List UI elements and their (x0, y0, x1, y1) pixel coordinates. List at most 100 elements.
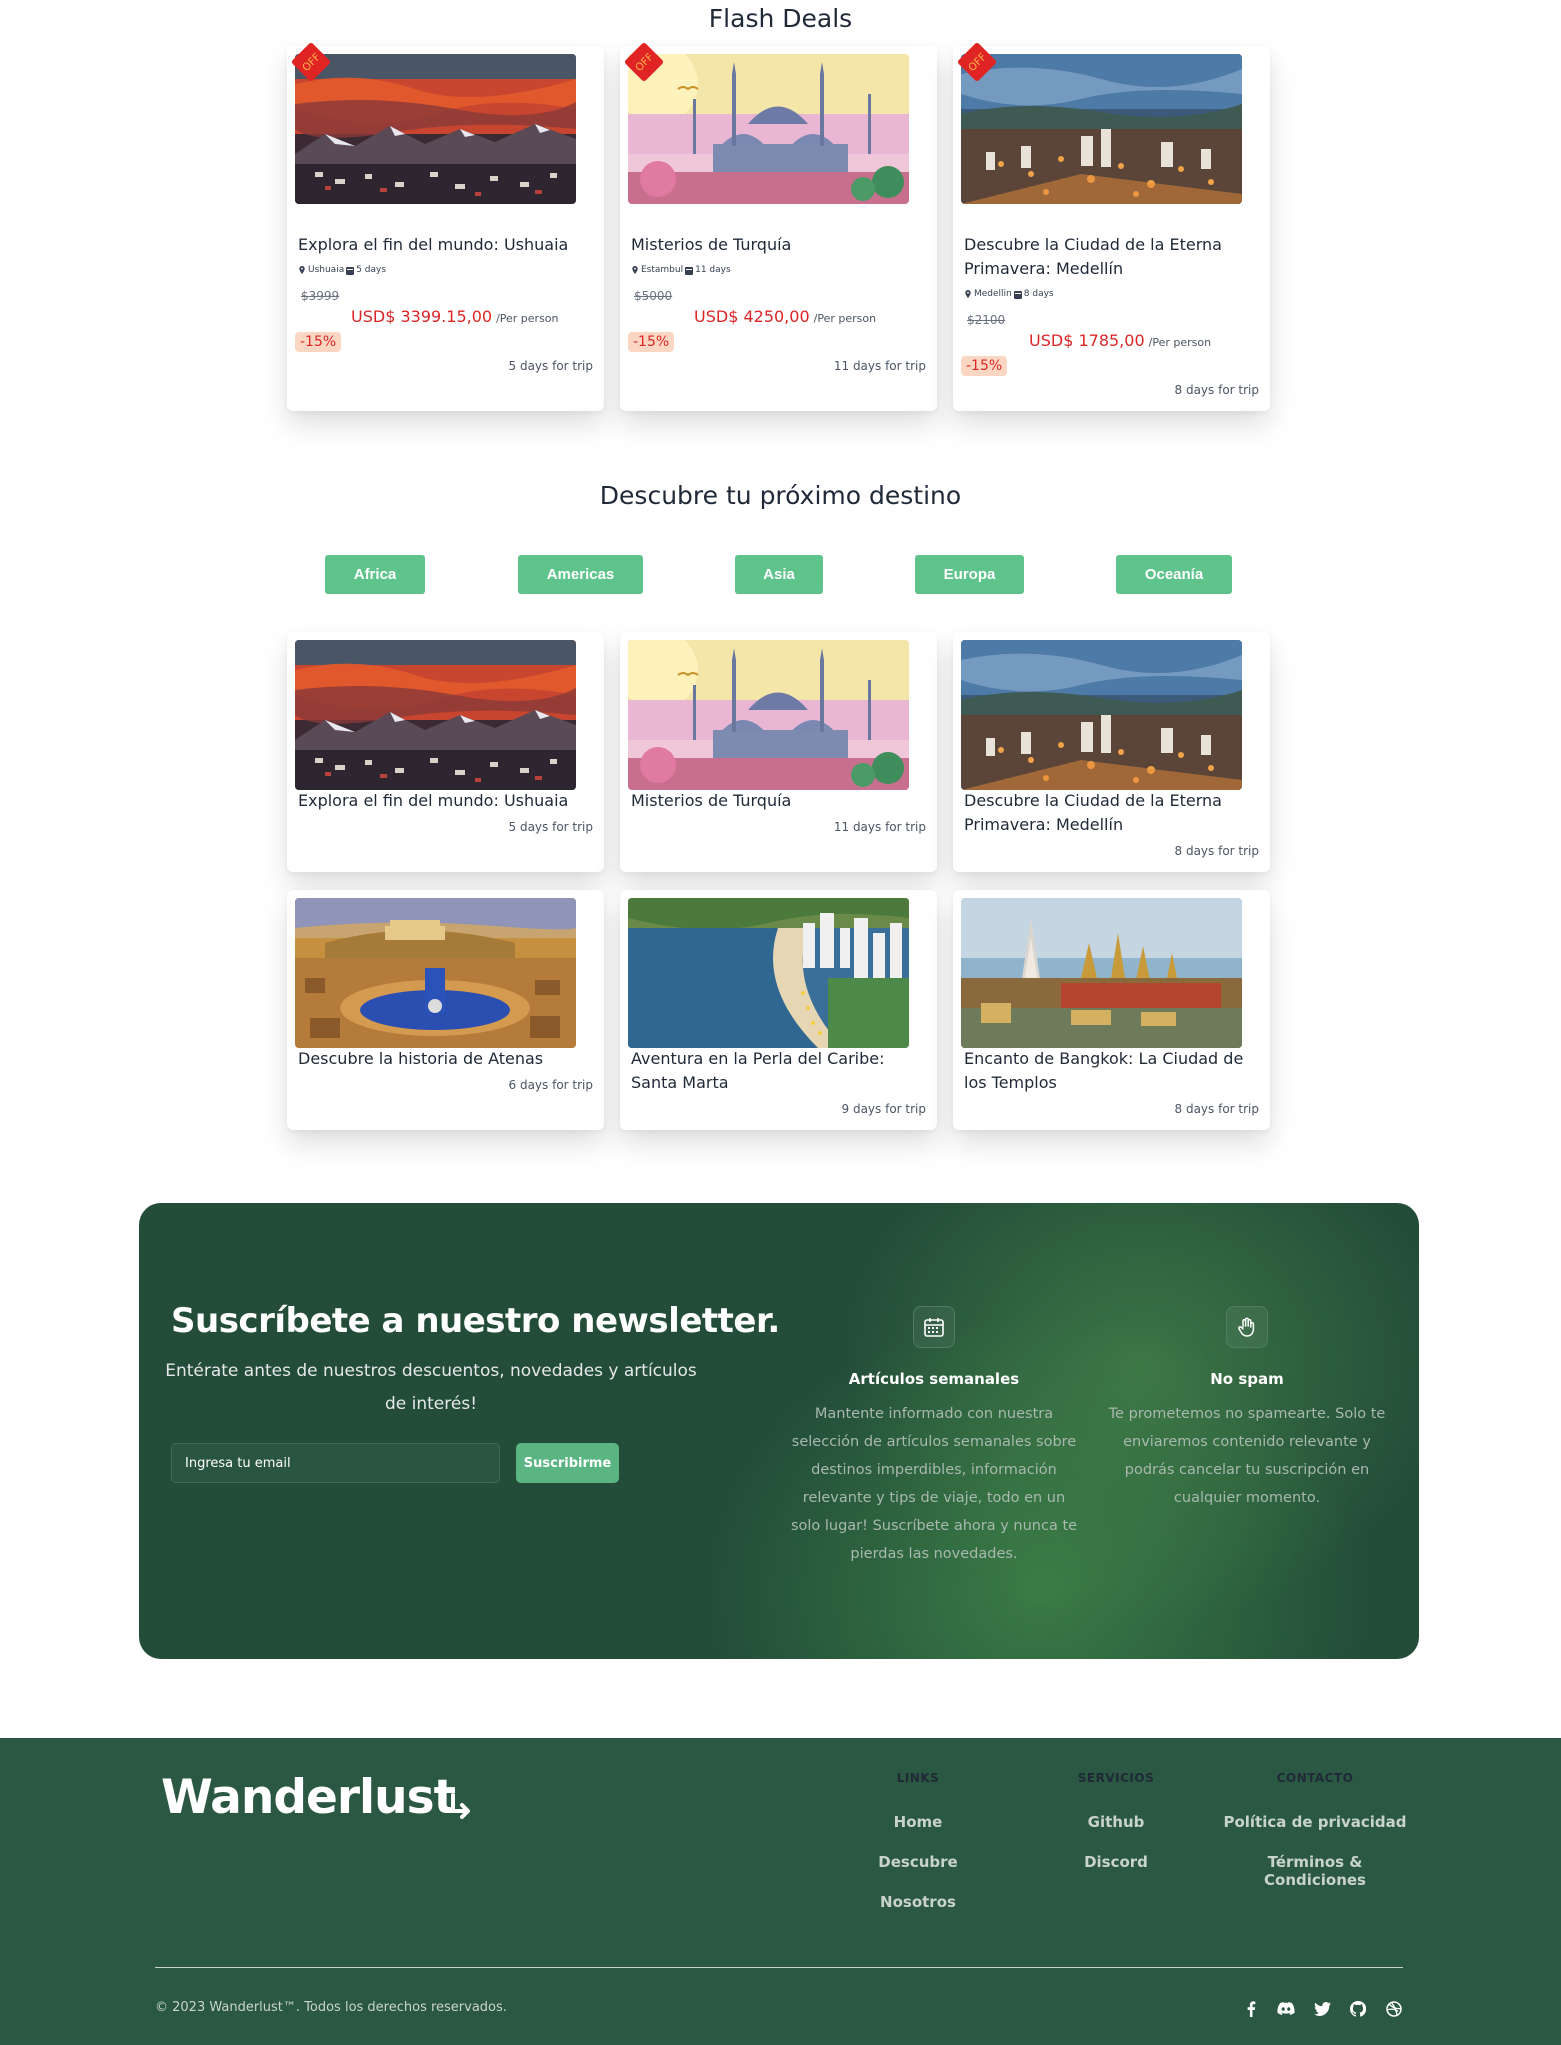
medellin-image (961, 640, 1242, 790)
feature-weekly-articles: Artículos semanales Mantente informado c… (789, 1306, 1079, 1568)
newsletter-subtitle: Entérate antes de nuestros descuentos, n… (165, 1361, 697, 1414)
card-title: Encanto de Bangkok: La Ciudad de los Tem… (964, 1049, 1244, 1092)
location-pin-icon (299, 265, 305, 274)
off-badge-icon: OFF (291, 42, 331, 82)
location-pin-icon (632, 265, 638, 274)
hand-icon (1226, 1306, 1268, 1348)
medellin-image (961, 54, 1242, 204)
discount-badge: -15% (961, 356, 1008, 376)
ushuaia-image (295, 54, 576, 204)
trip-days: 8 days for trip (1174, 844, 1260, 858)
calendar-small-icon (346, 266, 355, 275)
copyright: © 2023 Wanderlust™. Todos los derechos r… (155, 2000, 507, 2015)
trip-meta: Ushuaia 5 days (298, 265, 386, 275)
destination-card[interactable]: Descubre la Ciudad de la Eterna Primaver… (953, 632, 1270, 872)
footer-link-nosotros[interactable]: Nosotros (868, 1893, 968, 1911)
destination-card[interactable]: Descubre la historia de Atenas 6 days fo… (287, 890, 604, 1130)
region-button-oceania[interactable]: Oceanía (1116, 555, 1232, 594)
footer-link-descubre[interactable]: Descubre (868, 1853, 968, 1871)
region-button-asia[interactable]: Asia (735, 555, 823, 594)
footer-link-privacy[interactable]: Política de privacidad (1215, 1813, 1415, 1831)
card-title: Explora el fin del mundo: Ushuaia (298, 791, 569, 810)
dribbble-icon[interactable] (1384, 1999, 1404, 2019)
location-pin-icon (965, 289, 971, 298)
destination-card[interactable]: Encanto de Bangkok: La Ciudad de los Tem… (953, 890, 1270, 1130)
wanderlust-logo[interactable]: Wanderlust (161, 1770, 473, 1825)
flash-deal-card[interactable]: OFF Misterios de Turquía Estambul 11 day… (620, 42, 937, 411)
calendar-small-icon (685, 266, 694, 275)
destination-card[interactable]: Aventura en la Perla del Caribe: Santa M… (620, 890, 937, 1130)
footer-column-servicios: SERVICIOS Github Discord (1056, 1771, 1176, 1871)
off-badge-icon: OFF (957, 42, 997, 82)
newsletter-title: Suscríbete a nuestro newsletter. (171, 1301, 780, 1341)
feature-text: Mantente informado con nuestra selección… (790, 1406, 1078, 1562)
price: USD$ 3399.15,00/Per person (351, 307, 559, 326)
email-input[interactable]: Ingresa tu email (171, 1443, 500, 1483)
discord-icon[interactable] (1276, 1999, 1296, 2019)
footer-link-discord[interactable]: Discord (1056, 1853, 1176, 1871)
footer-link-github[interactable]: Github (1056, 1813, 1176, 1831)
subscribe-button[interactable]: Suscribirme (516, 1443, 619, 1483)
facebook-icon[interactable] (1241, 1999, 1261, 2019)
santa-marta-image (628, 898, 909, 1048)
card-title: Descubre la historia de Atenas (298, 1049, 544, 1068)
footer-heading: LINKS (896, 1771, 940, 1785)
trip-meta: Medellin 8 days (964, 289, 1054, 299)
trip-days: 8 days for trip (1174, 383, 1260, 397)
region-button-africa[interactable]: Africa (325, 555, 425, 594)
off-badge-icon: OFF (624, 42, 664, 82)
calendar-icon (913, 1306, 955, 1348)
feature-title: No spam (1210, 1370, 1284, 1388)
card-title: Misterios de Turquía (631, 791, 792, 810)
duration-label: 11 days (695, 265, 731, 275)
feature-title: Artículos semanales (848, 1370, 1020, 1388)
old-price: $5000 (634, 289, 673, 303)
newsletter-section: Suscríbete a nuestro newsletter. Entérat… (139, 1203, 1419, 1659)
footer-column-contacto: CONTACTO Política de privacidad Términos… (1215, 1771, 1415, 1889)
trip-days: 5 days for trip (508, 820, 594, 834)
athens-image (295, 898, 576, 1048)
flash-deal-card[interactable]: OFF Explora el fin del mundo: Ushuaia Us… (287, 42, 604, 411)
per-person-label: /Per person (496, 312, 559, 325)
logo-arrow-icon (451, 1793, 471, 1819)
turkey-image (628, 640, 909, 790)
card-title: Explora el fin del mundo: Ushuaia (298, 235, 569, 254)
trip-days: 5 days for trip (508, 359, 594, 373)
flash-deal-card[interactable]: OFF Descubre la Ciudad de la Eterna Prim… (953, 42, 1270, 411)
old-price: $3999 (301, 289, 340, 303)
price: USD$ 1785,00/Per person (1029, 331, 1211, 350)
footer-link-terms[interactable]: Términos & Condiciones (1215, 1853, 1415, 1889)
trip-days: 9 days for trip (841, 1102, 927, 1116)
price-value: USD$ 4250,00 (694, 307, 810, 326)
location-label: Medellin (974, 289, 1012, 299)
twitter-icon[interactable] (1312, 1999, 1332, 2019)
location-label: Ushuaia (308, 265, 345, 275)
duration-label: 8 days (1023, 289, 1054, 299)
per-person-label: /Per person (1148, 336, 1212, 349)
location-label: Estambul (641, 265, 684, 275)
trip-meta: Estambul 11 days (631, 265, 731, 275)
feature-no-spam: No spam Te prometemos no spamearte. Solo… (1102, 1306, 1392, 1512)
price: USD$ 4250,00/Per person (694, 307, 876, 326)
region-button-americas[interactable]: Americas (518, 555, 643, 594)
card-title: Misterios de Turquía (631, 235, 792, 254)
turkey-image (628, 54, 909, 204)
price-value: USD$ 3399.15,00 (351, 307, 493, 326)
per-person-label: /Per person (813, 312, 877, 325)
trip-days: 8 days for trip (1174, 1102, 1260, 1116)
ushuaia-image (295, 640, 576, 790)
footer-link-home[interactable]: Home (868, 1813, 968, 1831)
region-button-europa[interactable]: Europa (915, 555, 1024, 594)
trip-days: 11 days for trip (833, 359, 926, 373)
price-value: USD$ 1785,00 (1029, 331, 1145, 350)
card-title: Aventura en la Perla del Caribe: Santa M… (631, 1049, 885, 1092)
footer: Wanderlust LINKS Home Descubre Nosotros … (0, 1738, 1561, 2045)
flash-deals-title: Flash Deals (708, 4, 853, 33)
destination-card[interactable]: Explora el fin del mundo: Ushuaia 5 days… (287, 632, 604, 872)
destination-card[interactable]: Misterios de Turquía 11 days for trip (620, 632, 937, 872)
footer-divider (155, 1967, 1403, 1968)
calendar-small-icon (1013, 290, 1022, 299)
footer-heading: CONTACTO (1276, 1771, 1354, 1785)
github-icon[interactable] (1348, 1999, 1368, 2019)
trip-days: 11 days for trip (833, 820, 926, 834)
